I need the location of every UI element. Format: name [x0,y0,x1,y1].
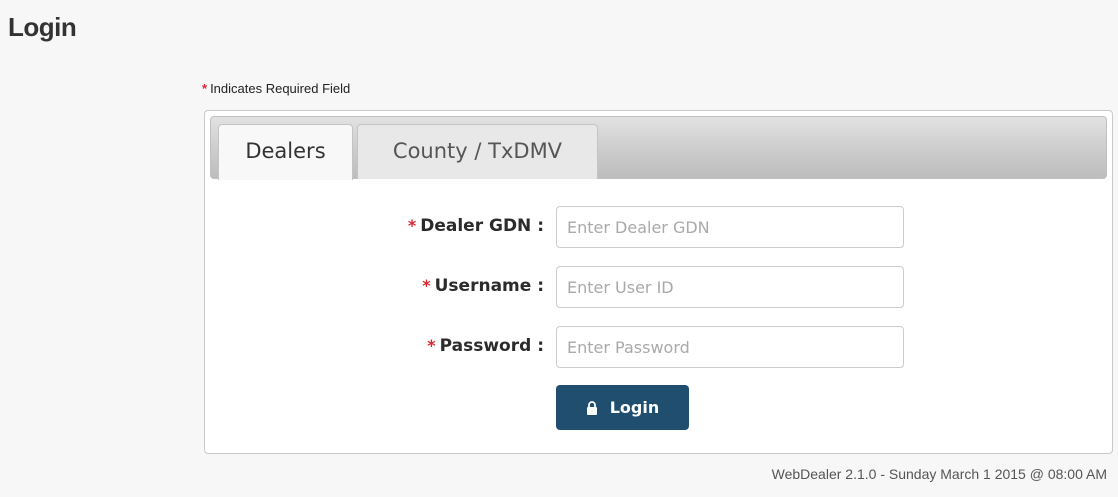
tab-county-txdmv[interactable]: County / TxDMV [357,124,598,179]
dealer-gdn-input[interactable] [556,206,904,248]
dealer-gdn-row: * Dealer GDN : [205,206,1112,248]
password-label: * Password : [427,336,544,356]
password-row: * Password : [205,326,1112,368]
username-row: * Username : [205,266,1112,308]
dealer-gdn-label: * Dealer GDN : [407,216,544,236]
tab-bar: Dealers County / TxDMV [210,116,1107,180]
tab-dealers[interactable]: Dealers [218,124,353,180]
required-note-text: Indicates Required Field [210,81,351,96]
login-panel: Dealers County / TxDMV *Dealer GDN : *Us… [204,110,1113,454]
version-footer: WebDealer 2.1.0 - Sunday March 1 2015 @ … [771,466,1107,482]
page-title: Login [8,12,77,42]
required-star-icon: * [422,276,431,295]
required-star-icon: * [427,336,436,355]
username-label: * Username : [422,276,544,296]
password-input[interactable] [556,326,904,368]
login-button[interactable]: Login [556,385,689,430]
required-star-icon: * [202,81,208,96]
required-star-icon: * [407,216,417,235]
username-input[interactable] [556,266,904,308]
required-field-note: * Indicates Required Field [202,81,350,96]
lock-icon [586,400,597,415]
login-button-label: Login [609,398,660,417]
